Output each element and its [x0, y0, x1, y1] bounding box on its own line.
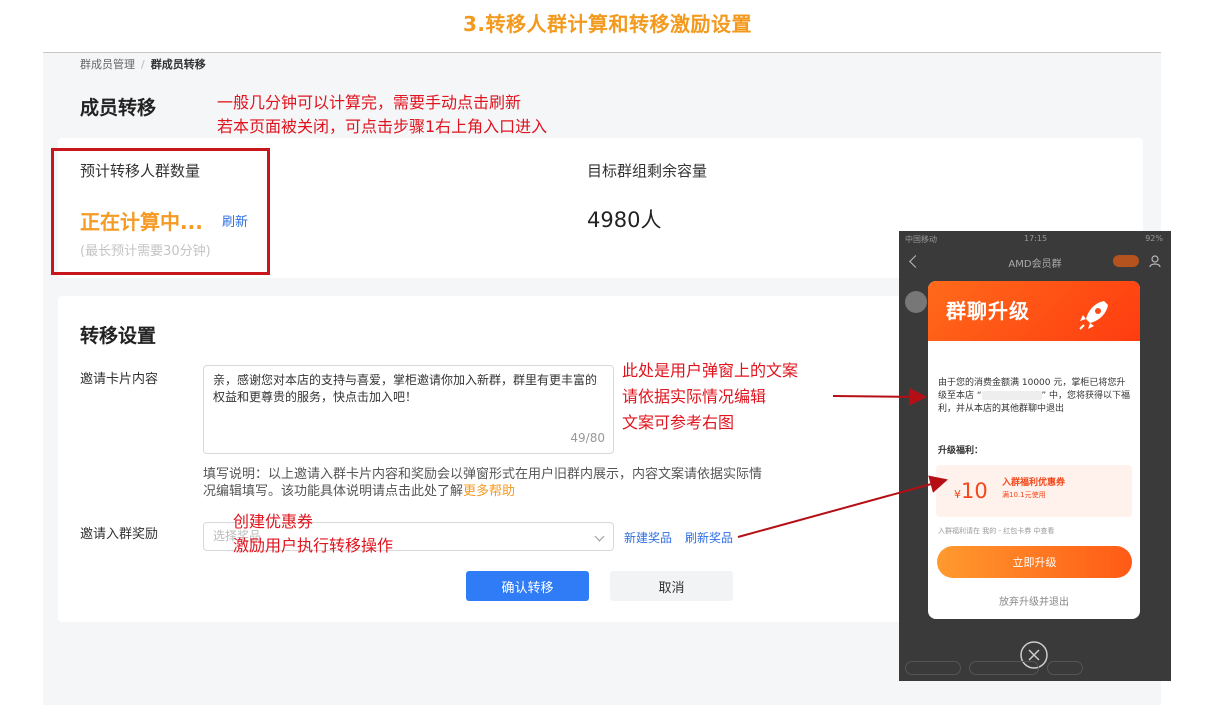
invite-text: 亲，感谢您对本店的支持与喜爱，掌柜邀请你加入新群，群里有更丰富的权益和更尊贵的服… [213, 373, 598, 404]
annotation-popup-line2: 请依据实际情况编辑 [622, 387, 767, 406]
coupon-amount-value: 10 [961, 479, 988, 503]
cancel-button[interactable]: 取消 [610, 571, 733, 601]
breadcrumb-current: 群成员转移 [150, 58, 206, 71]
page-heading: 3.转移人群计算和转移激励设置 [462, 12, 752, 36]
bottom-chip [905, 661, 961, 675]
new-reward-link[interactable]: 新建奖品 [624, 529, 672, 546]
phone-status-bar: 中国移动 17:15 92% [899, 231, 1171, 247]
battery: 92% [1145, 234, 1163, 243]
upgrade-button[interactable]: 立即升级 [937, 546, 1132, 578]
giveup-link[interactable]: 放弃升级并退出 [928, 593, 1140, 608]
nav-badge [1113, 255, 1139, 267]
phone-time: 17:15 [1024, 234, 1048, 243]
target-label: 目标群组剩余容量 [587, 162, 708, 180]
modal-header: 群聊升级 [928, 281, 1140, 341]
annotation-calc-line2: 若本页面被关闭，可点击步骤1右上角入口进入 [217, 117, 548, 136]
annotation-popup: 此处是用户弹窗上的文案 请依据实际情况编辑 文案可参考右图 [622, 358, 798, 436]
carrier: 中国移动 [905, 235, 937, 244]
bottom-chip [1047, 661, 1083, 675]
avatar [905, 291, 927, 313]
annotation-coupon: 创建优惠券 激励用户执行转移操作 [233, 510, 393, 558]
bottom-chip [969, 661, 1039, 675]
page-title: 成员转移 [80, 97, 157, 119]
upgrade-modal: 群聊升级 由于您的消费金额满 10000 元，掌柜已将您升级至本店 “” 中，您… [928, 281, 1140, 619]
invite-label: 邀请卡片内容 [80, 372, 159, 387]
annotation-popup-line3: 文案可参考右图 [622, 413, 735, 432]
coupon-notes: 入群福利请在 我的 - 红包卡券 中查看 [938, 527, 1055, 535]
modal-body: 由于您的消费金额满 10000 元，掌柜已将您升级至本店 “” 中，您将获得以下… [938, 377, 1132, 416]
annotation-popup-line1: 此处是用户弹窗上的文案 [622, 361, 799, 380]
annotation-calc: 一般几分钟可以计算完，需要手动点击刷新 若本页面被关闭，可点击步骤1右上角入口进… [217, 91, 547, 139]
coupon-amount: ¥10 [954, 479, 988, 503]
annotation-calc-line1: 一般几分钟可以计算完，需要手动点击刷新 [217, 93, 522, 112]
root: 3.转移人群计算和转移激励设置 群成员管理 / 群成员转移 成员转移 一般几分钟可以… [0, 0, 1215, 705]
settings-title: 转移设置 [80, 325, 157, 347]
chevron-down-icon [594, 531, 605, 542]
coupon-desc: 满10.1元使用 [1002, 491, 1046, 499]
fill-note: 填写说明：以上邀请入群卡片内容和奖励会以弹窗形式在用户旧群内展示，内容文案请依据… [203, 466, 763, 500]
refresh-reward-link[interactable]: 刷新奖品 [685, 529, 733, 546]
breadcrumb-parent[interactable]: 群成员管理 [80, 58, 135, 71]
invite-textarea[interactable]: 亲，感谢您对本店的支持与喜爱，掌柜邀请你加入新群，群里有更丰富的权益和更尊贵的服… [203, 365, 614, 454]
breadcrumb: 群成员管理 / 群成员转移 [80, 56, 206, 72]
confirm-button[interactable]: 确认转移 [466, 571, 589, 601]
rocket-icon [1079, 301, 1108, 330]
more-help-link[interactable]: 更多帮助 [463, 484, 515, 499]
breadcrumb-separator: / [141, 58, 145, 71]
benefit-label: 升级福利： [938, 446, 984, 456]
masked-group-name [981, 391, 1042, 400]
reward-label: 邀请入群奖励 [80, 527, 159, 542]
annotation-coupon-line1: 创建优惠券 [233, 512, 314, 531]
coupon-card: ¥10 入群福利优惠券 满10.1元使用 [936, 465, 1132, 517]
annotation-coupon-line2: 激励用户执行转移操作 [233, 536, 394, 555]
phone-preview: 中国移动 17:15 92% AMD会员群 群聊升级 由于您的消费金额满 100… [899, 231, 1171, 681]
target-value: 4980人 [587, 208, 662, 232]
coupon-currency: ¥ [954, 488, 961, 501]
user-icon[interactable] [1149, 254, 1163, 268]
phone-nav: AMD会员群 [899, 247, 1171, 275]
phone-bottom-bar [899, 659, 1171, 681]
modal-title: 群聊升级 [946, 299, 1030, 323]
highlight-box [51, 148, 270, 275]
char-count: 49/80 [570, 431, 605, 445]
coupon-title: 入群福利优惠券 [1002, 478, 1066, 488]
